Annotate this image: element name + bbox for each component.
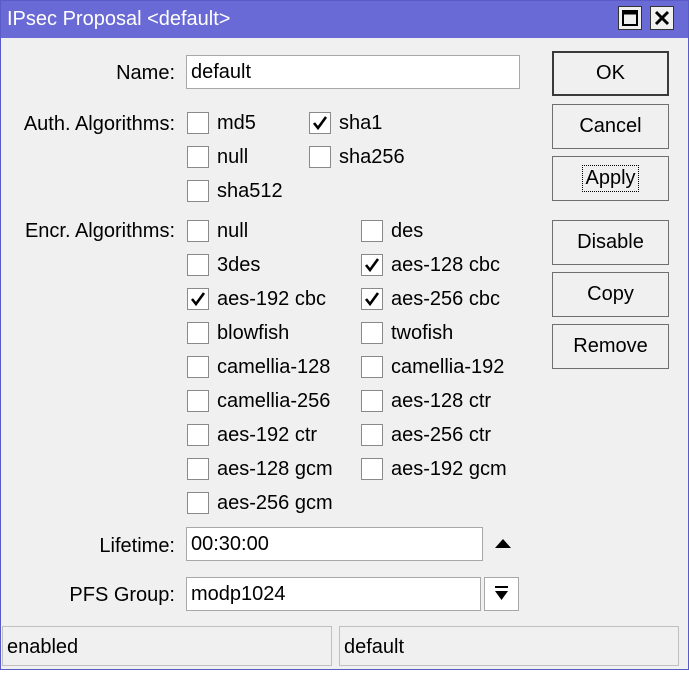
status-name: default: [339, 626, 679, 666]
apply-button-label: Apply: [582, 165, 639, 192]
checkbox-label: blowfish: [217, 322, 290, 344]
lifetime-input[interactable]: 00:30:00: [186, 527, 483, 561]
checkbox-box[interactable]: [361, 424, 383, 446]
checkbox-label: aes-192 cbc: [217, 288, 326, 310]
checkbox-label: aes-256 ctr: [391, 424, 492, 446]
checkbox-label: null: [217, 146, 249, 168]
window-title: IPsec Proposal <default>: [7, 8, 231, 30]
checkbox-box[interactable]: [187, 390, 209, 412]
maximize-button[interactable]: [618, 6, 642, 30]
checkbox-label: camellia-192: [391, 356, 505, 378]
checkbox-label: camellia-256: [217, 390, 331, 412]
checkbox-box[interactable]: [187, 322, 209, 344]
pfs-group-label: PFS Group:: [69, 584, 175, 606]
encr-algorithms-label: Encr. Algorithms:: [24, 220, 175, 242]
triangle-up-icon: [495, 539, 511, 548]
remove-button[interactable]: Remove: [552, 324, 669, 369]
copy-button[interactable]: Copy: [552, 272, 669, 317]
checkbox-label: sha256: [339, 146, 405, 168]
remove-button-label: Remove: [573, 335, 648, 357]
cancel-button-label: Cancel: [579, 115, 642, 137]
checkmark-icon: [312, 116, 328, 131]
checkbox-box[interactable]: [187, 458, 209, 480]
checkbox-box[interactable]: [187, 254, 209, 276]
dropdown-arrow-icon: [495, 586, 508, 600]
lifetime-label: Lifetime:: [99, 535, 175, 557]
checkbox-label: aes-256 cbc: [391, 288, 500, 310]
checkbox-label: aes-192 gcm: [391, 458, 507, 480]
cancel-button[interactable]: Cancel: [552, 104, 669, 149]
checkbox-box[interactable]: [309, 112, 331, 134]
checkbox-label: camellia-128: [217, 356, 331, 378]
ok-button-label: OK: [596, 62, 625, 84]
checkbox-box[interactable]: [187, 146, 209, 168]
checkbox-box[interactable]: [361, 458, 383, 480]
disable-button[interactable]: Disable: [552, 220, 669, 265]
checkmark-icon: [364, 258, 380, 273]
checkbox-box[interactable]: [361, 254, 383, 276]
checkbox-label: twofish: [391, 322, 454, 344]
close-icon: [654, 10, 670, 26]
pfs-group-select[interactable]: modp1024: [186, 577, 481, 611]
status-bar: enabled default: [1, 626, 688, 668]
checkbox-box[interactable]: [187, 180, 209, 202]
apply-button[interactable]: Apply: [552, 156, 669, 201]
checkmark-icon: [190, 292, 206, 307]
checkbox-box[interactable]: [187, 288, 209, 310]
checkbox-label: des: [391, 220, 424, 242]
checkbox-box[interactable]: [187, 220, 209, 242]
checkbox-label: aes-128 ctr: [391, 390, 492, 412]
checkbox-label: aes-128 cbc: [391, 254, 500, 276]
auth-algorithms-label: Auth. Algorithms:: [23, 113, 175, 135]
checkmark-icon: [364, 292, 380, 307]
copy-button-label: Copy: [587, 283, 634, 305]
checkbox-label: aes-192 ctr: [217, 424, 318, 446]
checkbox-box[interactable]: [361, 322, 383, 344]
pfs-dropdown-button[interactable]: [484, 577, 519, 611]
ok-button[interactable]: OK: [552, 51, 669, 96]
name-input[interactable]: default: [186, 55, 520, 89]
lifetime-toggle-button[interactable]: [490, 531, 516, 557]
checkbox-box[interactable]: [187, 356, 209, 378]
checkbox-box[interactable]: [187, 424, 209, 446]
maximize-icon: [622, 10, 638, 26]
checkbox-label: sha512: [217, 180, 283, 202]
checkbox-box[interactable]: [361, 356, 383, 378]
close-button[interactable]: [650, 6, 674, 30]
disable-button-label: Disable: [577, 231, 644, 253]
checkbox-box[interactable]: [361, 288, 383, 310]
checkbox-box[interactable]: [361, 220, 383, 242]
checkbox-label: md5: [217, 112, 256, 134]
checkbox-box[interactable]: [361, 390, 383, 412]
ipsec-proposal-window: IPsec Proposal <default> Name: default A…: [0, 0, 689, 670]
name-label: Name:: [116, 62, 175, 84]
checkbox-label: 3des: [217, 254, 261, 276]
checkbox-label: null: [217, 220, 249, 242]
title-bar[interactable]: IPsec Proposal <default>: [1, 1, 688, 38]
checkbox-box[interactable]: [309, 146, 331, 168]
checkbox-box[interactable]: [187, 492, 209, 514]
status-enabled: enabled: [2, 626, 332, 666]
checkbox-label: aes-128 gcm: [217, 458, 333, 480]
checkbox-label: sha1: [339, 112, 383, 134]
checkbox-box[interactable]: [187, 112, 209, 134]
checkbox-label: aes-256 gcm: [217, 492, 333, 514]
